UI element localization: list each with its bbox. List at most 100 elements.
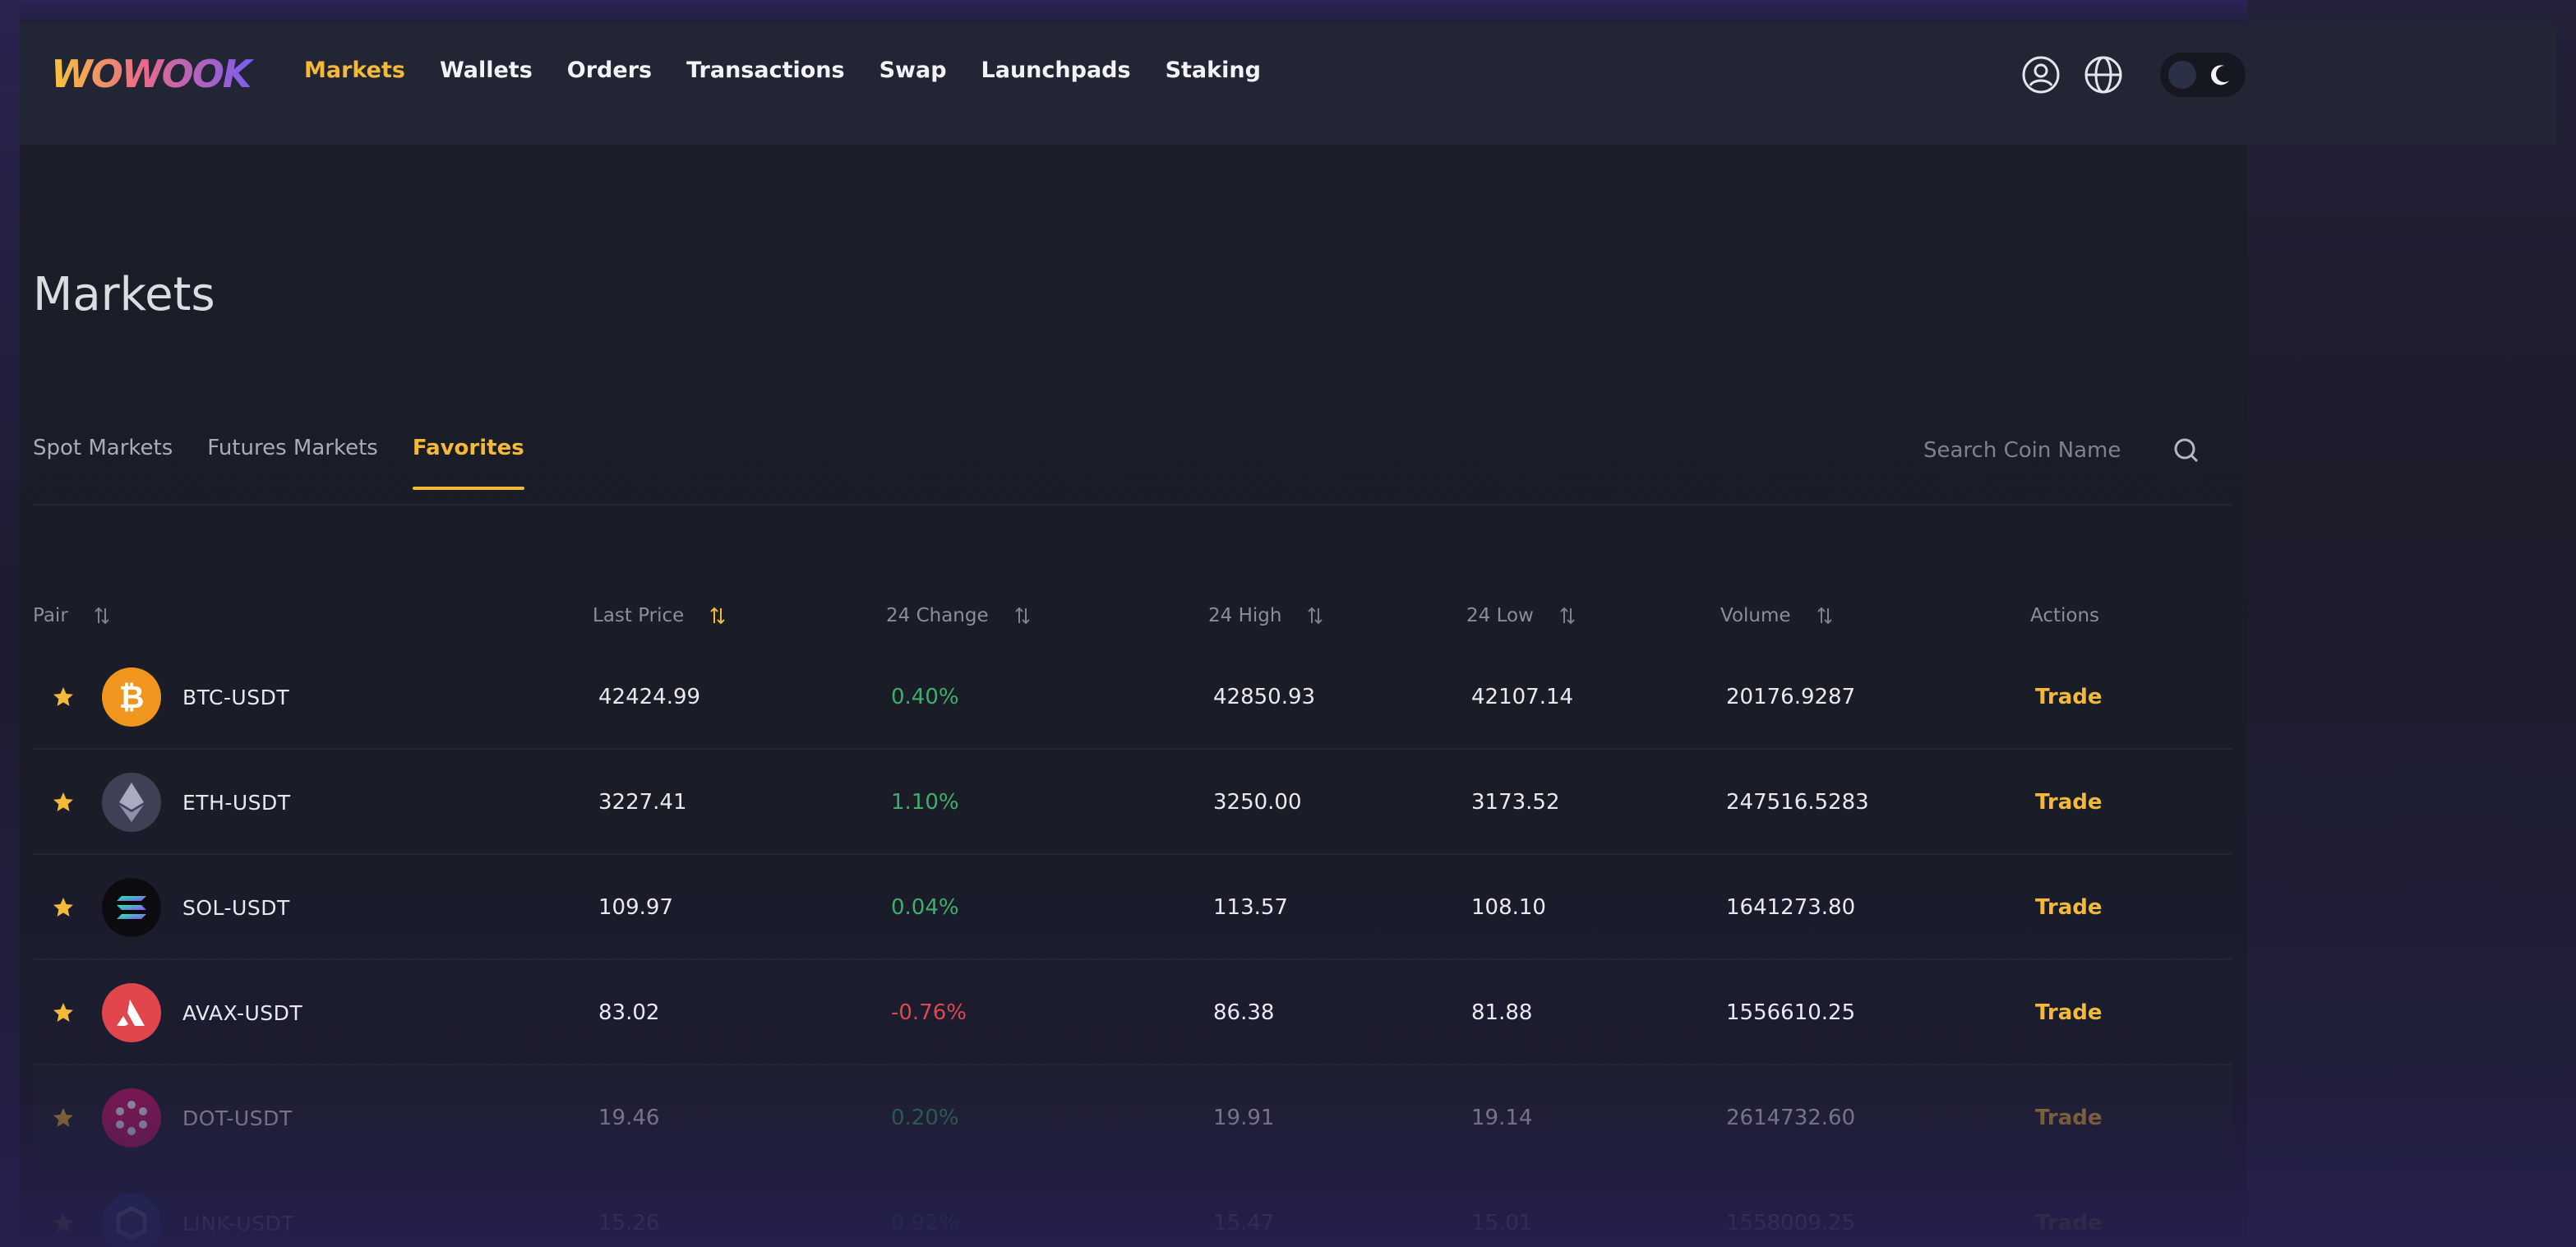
sort-icon[interactable] (1816, 605, 1834, 626)
sort-icon[interactable] (709, 605, 727, 626)
volume-value: 1641273.80 (1726, 895, 1856, 920)
tab-favorites[interactable]: Favorites (412, 436, 524, 490)
main-nav: Markets Wallets Orders Transactions Swap… (304, 58, 1261, 83)
search-input[interactable]: Search Coin Name (1923, 438, 2121, 463)
low-value: 81.88 (1471, 1000, 1533, 1025)
low-value: 3173.52 (1471, 790, 1560, 815)
low-value: 42107.14 (1471, 685, 1574, 709)
tab-spot-markets[interactable]: Spot Markets (33, 436, 173, 490)
table-row[interactable]: SOL-USDT 109.97 0.04% 113.57 108.10 1641… (33, 855, 2232, 960)
pair-cell: SOL-USDT (102, 855, 290, 960)
low-value: 19.14 (1471, 1106, 1533, 1130)
pair-cell: AVAX-USDT (102, 960, 302, 1065)
change-value: 0.04% (891, 895, 959, 920)
trade-button[interactable]: Trade (2035, 855, 2103, 960)
favorite-star[interactable] (51, 1171, 76, 1247)
last-price: 83.02 (598, 1000, 660, 1025)
favorite-star[interactable] (51, 750, 76, 855)
avax-icon (102, 983, 161, 1042)
sort-icon[interactable] (93, 605, 111, 626)
table-row[interactable]: ₿ BTC-USDT 42424.99 0.40% 42850.93 42107… (33, 644, 2232, 750)
sort-icon[interactable] (1013, 605, 1032, 626)
change-value: 0.20% (891, 1106, 959, 1130)
nav-launchpads[interactable]: Launchpads (981, 58, 1131, 83)
col-volume[interactable]: Volume (1720, 605, 1834, 626)
change-value: 1.10% (891, 790, 959, 815)
pair-cell: DOT-USDT (102, 1065, 293, 1171)
nav-markets[interactable]: Markets (304, 58, 405, 83)
col-actions: Actions (2030, 605, 2100, 626)
volume-value: 20176.9287 (1726, 685, 1856, 709)
nav-transactions[interactable]: Transactions (686, 58, 845, 83)
top-edge (0, 0, 2576, 23)
nav-orders[interactable]: Orders (567, 58, 652, 83)
table-row[interactable]: DOT-USDT 19.46 0.20% 19.91 19.14 2614732… (33, 1065, 2232, 1171)
last-price: 3227.41 (598, 790, 687, 815)
star-icon[interactable] (51, 790, 76, 815)
coin-search[interactable]: Search Coin Name (1923, 434, 2203, 467)
pair-name: BTC-USDT (182, 685, 290, 709)
nav-staking[interactable]: Staking (1166, 58, 1261, 83)
high-value: 42850.93 (1213, 685, 1316, 709)
star-icon[interactable] (51, 1211, 76, 1235)
pair-cell: ETH-USDT (102, 750, 291, 855)
last-price: 109.97 (598, 895, 673, 920)
sort-icon[interactable] (1558, 605, 1577, 626)
tab-futures-markets[interactable]: Futures Markets (207, 436, 378, 490)
pair-cell: LINK-USDT (102, 1171, 294, 1247)
volume-value: 247516.5283 (1726, 790, 1869, 815)
markets-table: Pair Last Price 24 Change 24 High 24 Low… (33, 592, 2232, 1247)
right-backdrop (2247, 0, 2576, 1247)
pair-name: AVAX-USDT (182, 1000, 303, 1025)
trade-button[interactable]: Trade (2035, 750, 2103, 855)
pair-name: LINK-USDT (182, 1211, 294, 1235)
change-value: 0.92% (891, 1211, 959, 1235)
trade-button[interactable]: Trade (2035, 960, 2103, 1065)
favorite-star[interactable] (51, 1065, 76, 1171)
trade-button[interactable]: Trade (2035, 1065, 2103, 1171)
star-icon[interactable] (51, 1106, 76, 1130)
table-row[interactable]: ETH-USDT 3227.41 1.10% 3250.00 3173.52 2… (33, 750, 2232, 855)
favorite-star[interactable] (51, 960, 76, 1065)
favorite-star[interactable] (51, 644, 76, 750)
pair-name: DOT-USDT (182, 1106, 293, 1130)
trade-button[interactable]: Trade (2035, 644, 2103, 750)
search-icon[interactable] (2170, 434, 2203, 467)
market-tabs: Spot Markets Futures Markets Favorites (33, 436, 524, 490)
trade-button[interactable]: Trade (2035, 1171, 2103, 1247)
favorite-star[interactable] (51, 855, 76, 960)
tabs-divider (33, 504, 2232, 506)
star-icon[interactable] (51, 1000, 76, 1025)
col-24-change[interactable]: 24 Change (886, 605, 1032, 626)
last-price: 19.46 (598, 1106, 660, 1130)
high-value: 15.47 (1213, 1211, 1275, 1235)
link-icon (102, 1194, 161, 1247)
high-value: 19.91 (1213, 1106, 1275, 1130)
sol-icon (102, 878, 161, 937)
col-24-low[interactable]: 24 Low (1466, 605, 1577, 626)
pair-name: SOL-USDT (182, 895, 290, 920)
high-value: 113.57 (1213, 895, 1288, 920)
col-24-high[interactable]: 24 High (1208, 605, 1324, 626)
header-actions (2020, 53, 2246, 97)
nav-swap[interactable]: Swap (879, 58, 947, 83)
brand-logo[interactable]: WOWOOK (48, 39, 258, 105)
change-value: -0.76% (891, 1000, 967, 1025)
theme-toggle[interactable] (2160, 53, 2246, 97)
sort-icon[interactable] (1306, 605, 1324, 626)
table-row[interactable]: LINK-USDT 15.26 0.92% 15.47 15.01 155800… (33, 1171, 2232, 1247)
col-last-price[interactable]: Last Price (593, 605, 727, 626)
table-row[interactable]: AVAX-USDT 83.02 -0.76% 86.38 81.88 15566… (33, 960, 2232, 1065)
volume-value: 1556610.25 (1726, 1000, 1856, 1025)
svg-text:WOWOOK: WOWOOK (51, 52, 255, 96)
nav-wallets[interactable]: Wallets (440, 58, 533, 83)
star-icon[interactable] (51, 685, 76, 709)
col-pair[interactable]: Pair (33, 605, 111, 626)
globe-icon[interactable] (2083, 54, 2124, 95)
page-title: Markets (33, 268, 215, 321)
last-price: 42424.99 (598, 685, 701, 709)
left-edge (0, 0, 20, 1247)
star-icon[interactable] (51, 895, 76, 920)
user-icon[interactable] (2020, 54, 2061, 95)
moon-icon (2211, 65, 2229, 85)
